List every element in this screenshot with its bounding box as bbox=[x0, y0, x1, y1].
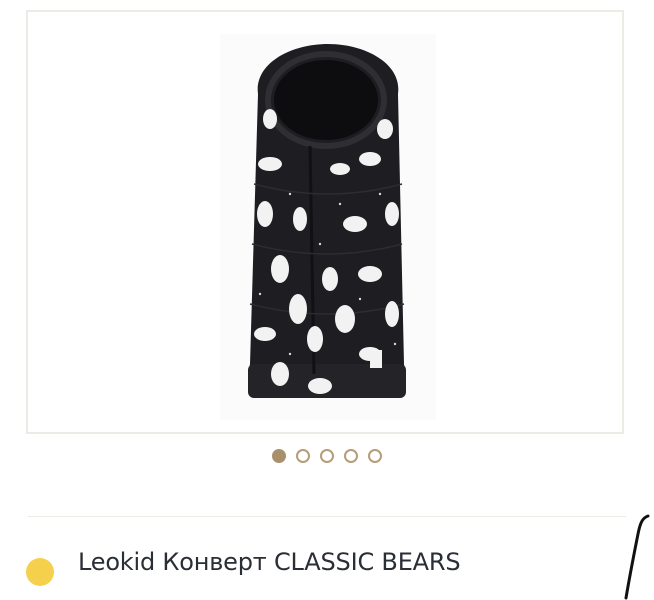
divider bbox=[28, 516, 626, 517]
product-title: Leokid Конверт CLASSIC BEARS bbox=[78, 548, 461, 576]
pagination-dot-3[interactable] bbox=[320, 449, 334, 463]
product-image[interactable] bbox=[220, 34, 436, 420]
gallery-pagination bbox=[0, 449, 654, 469]
pagination-dot-5[interactable] bbox=[368, 449, 382, 463]
sleeping-bag-image bbox=[248, 44, 406, 398]
pagination-dot-2[interactable] bbox=[296, 449, 310, 463]
pagination-dot-4[interactable] bbox=[344, 449, 358, 463]
pagination-dot-1[interactable] bbox=[272, 449, 286, 463]
status-dot-icon bbox=[26, 558, 54, 586]
pen-stroke-icon bbox=[624, 514, 650, 600]
